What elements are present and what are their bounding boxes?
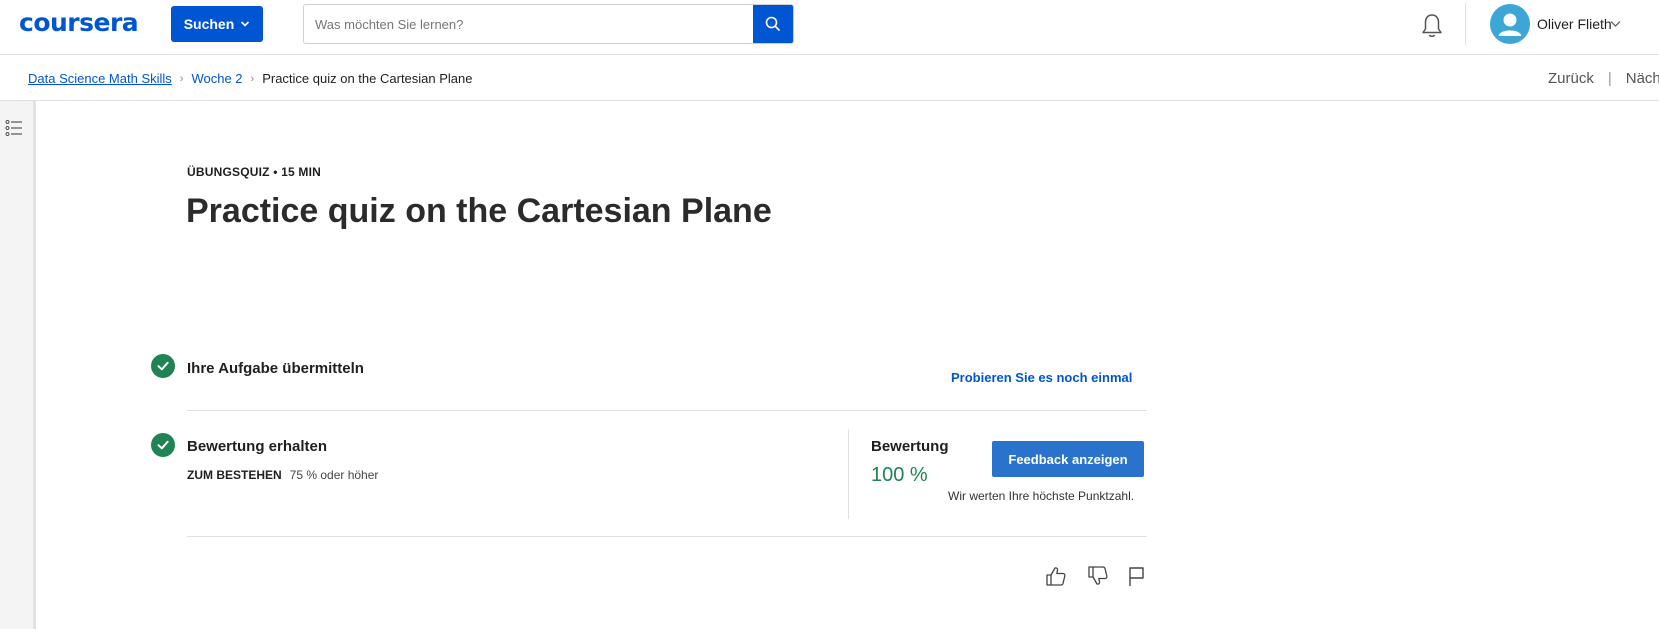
list-icon[interactable]: [5, 119, 23, 137]
chevron-down-icon: [241, 21, 250, 27]
breadcrumb: Data Science Math Skills › Woche 2 › Pra…: [28, 71, 473, 86]
top-header: coursera Suchen Oliver Flieth: [0, 0, 1659, 55]
grade-value: 100 %: [871, 464, 928, 486]
thumbs-down-icon[interactable]: [1087, 565, 1109, 587]
explore-button[interactable]: Suchen: [171, 6, 263, 42]
breadcrumb-week-link[interactable]: Woche 2: [191, 71, 242, 86]
page-title: Practice quiz on the Cartesian Plane: [186, 192, 772, 230]
avatar-icon: [1498, 13, 1522, 36]
grade-label: Bewertung: [871, 438, 949, 455]
chevron-down-icon[interactable]: [1610, 20, 1621, 28]
avatar[interactable]: [1490, 4, 1530, 44]
retry-link[interactable]: Probieren Sie es noch einmal: [951, 370, 1132, 385]
view-feedback-button[interactable]: Feedback anzeigen: [992, 441, 1144, 477]
search-input[interactable]: [304, 5, 753, 43]
search-submit-button[interactable]: [753, 5, 793, 43]
section-divider: [187, 410, 1147, 411]
coursera-logo[interactable]: coursera: [19, 8, 139, 37]
breadcrumb-current: Practice quiz on the Cartesian Plane: [262, 71, 473, 86]
flag-icon[interactable]: [1126, 565, 1148, 587]
breadcrumb-course-link[interactable]: Data Science Math Skills: [28, 71, 172, 86]
header-divider: [1465, 3, 1466, 45]
next-item-link[interactable]: Näch: [1626, 70, 1659, 87]
passing-requirement: ZUM BESTEHEN 75 % oder höher: [187, 468, 378, 482]
grade-divider: [848, 429, 849, 519]
course-outline-rail: [0, 101, 36, 629]
grade-step-label: Bewertung erhalten: [187, 438, 328, 455]
search-icon: [765, 16, 781, 32]
pass-label: ZUM BESTEHEN: [187, 468, 282, 482]
section-divider: [187, 536, 1147, 537]
nav-divider: |: [1607, 70, 1612, 87]
grade-note: Wir werten Ihre höchste Punktzahl.: [948, 489, 1135, 503]
pass-value: 75 % oder höher: [289, 468, 379, 482]
item-type-label: ÜBUNGSQUIZ • 15 MIN: [187, 165, 322, 179]
user-name[interactable]: Oliver Flieth: [1537, 16, 1612, 32]
check-circle-icon: [151, 433, 175, 457]
chevron-right-icon: ›: [179, 72, 184, 85]
thumbs-up-icon[interactable]: [1045, 565, 1067, 587]
submit-step-label: Ihre Aufgabe übermitteln: [187, 360, 364, 377]
breadcrumb-bar: Data Science Math Skills › Woche 2 › Pra…: [0, 55, 1659, 101]
previous-item-link[interactable]: Zurück: [1548, 70, 1594, 87]
item-navigation: Zurück | Näch: [1548, 70, 1659, 87]
check-circle-icon: [151, 354, 175, 378]
chevron-right-icon: ›: [250, 72, 255, 85]
bell-icon[interactable]: [1419, 12, 1445, 40]
explore-button-label: Suchen: [183, 16, 235, 32]
search-bar: [303, 4, 794, 44]
